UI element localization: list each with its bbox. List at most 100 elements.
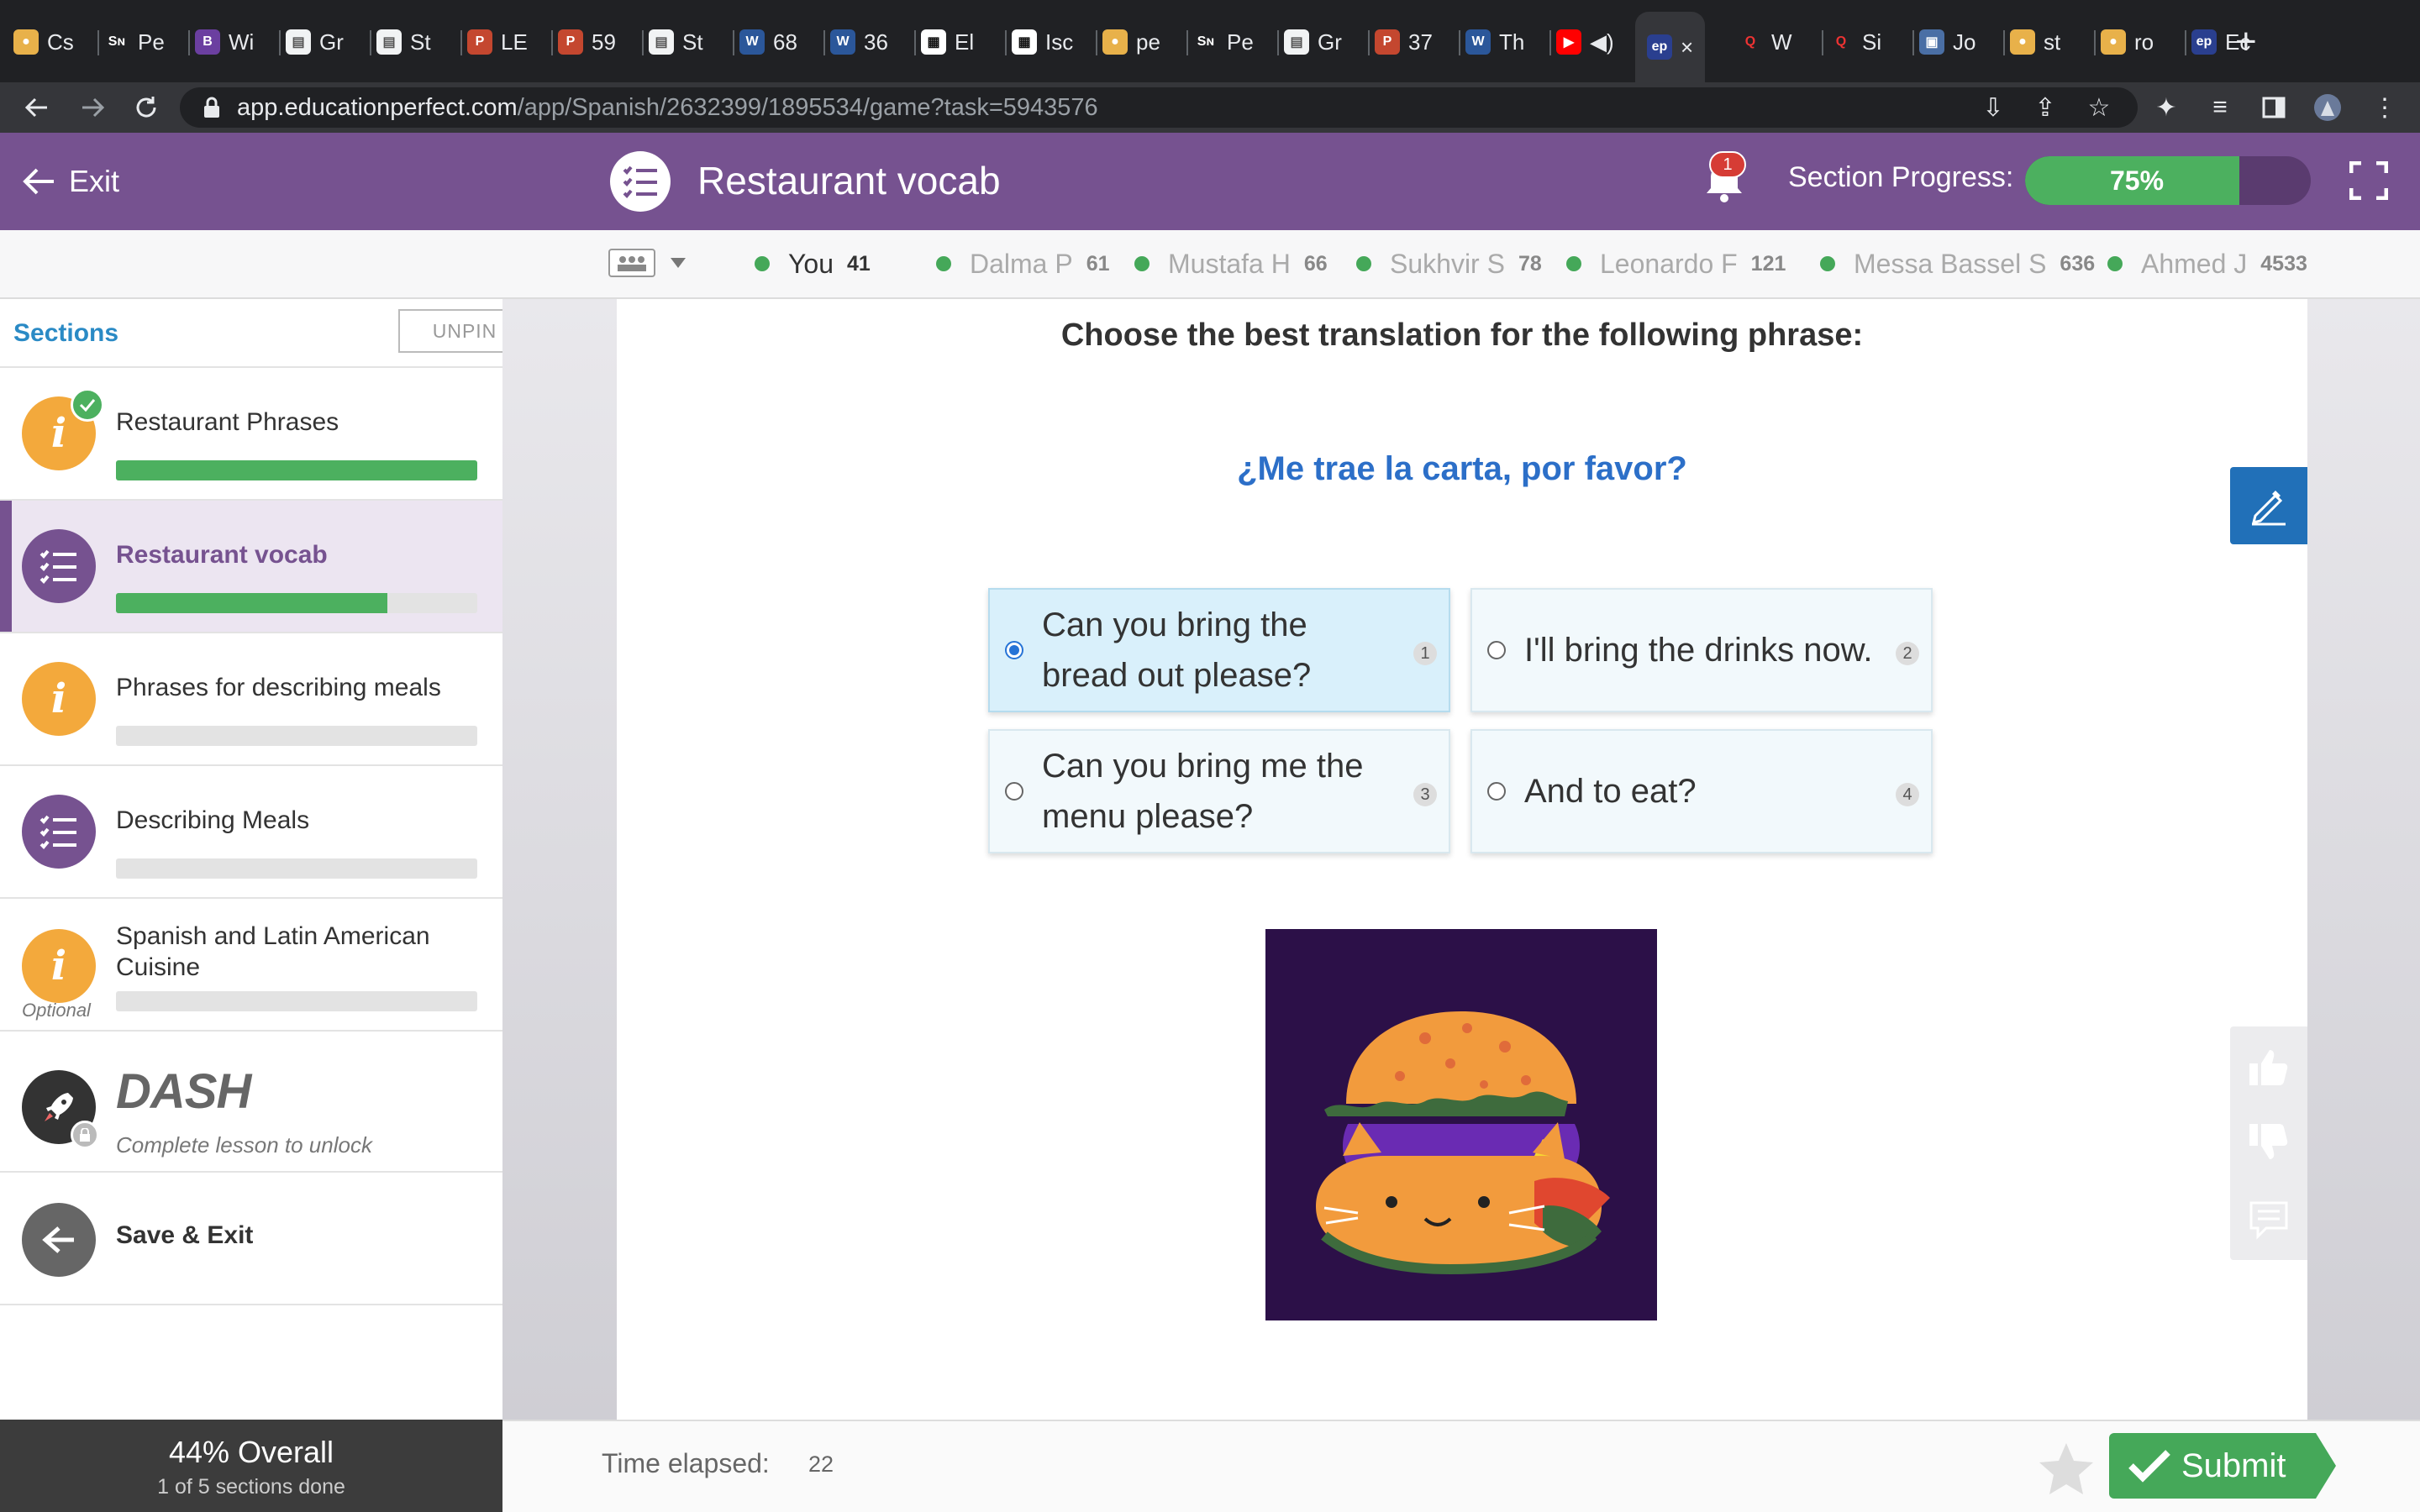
section-progress-fill bbox=[116, 593, 387, 613]
browser-tab[interactable]: Sɴ Pe bbox=[1193, 20, 1254, 64]
tab-title: Cs bbox=[47, 29, 74, 55]
answer-option-2[interactable]: I'll bring the drinks now. 2 bbox=[1470, 588, 1933, 712]
tab-separator bbox=[1368, 30, 1370, 55]
tab-favicon-icon: ▤ bbox=[1284, 29, 1309, 55]
sidebar-item-dash: DASH Complete lesson to unlock bbox=[0, 1040, 502, 1173]
radio-button[interactable] bbox=[1487, 641, 1506, 659]
answer-shortcut-number: 3 bbox=[1413, 783, 1437, 806]
answer-option-4[interactable]: And to eat? 4 bbox=[1470, 729, 1933, 853]
browser-tab[interactable]: ▤ Gr bbox=[1284, 20, 1342, 64]
share-icon[interactable]: ⇪ bbox=[2028, 91, 2062, 124]
back-arrow-icon bbox=[22, 1203, 96, 1277]
section-progress-bar: 75% bbox=[2025, 156, 2311, 205]
browser-tab[interactable]: P LE bbox=[467, 20, 528, 64]
address-bar[interactable]: app.educationperfect.com/app/Spanish/263… bbox=[180, 87, 2138, 128]
submit-button[interactable]: Submit bbox=[2109, 1433, 2336, 1499]
thumbs-down-icon[interactable] bbox=[2247, 1121, 2291, 1164]
browser-tab[interactable]: ep × bbox=[1635, 12, 1706, 82]
radio-button[interactable] bbox=[1005, 641, 1023, 659]
browser-tab[interactable]: W Th bbox=[1465, 20, 1524, 64]
profile-avatar-icon[interactable] bbox=[2311, 91, 2344, 124]
browser-tab[interactable]: Q Si bbox=[1828, 20, 1881, 64]
install-icon[interactable]: ⇩ bbox=[1976, 91, 2010, 124]
browser-tab[interactable]: ▶ ◀) bbox=[1556, 20, 1614, 64]
tab-favicon-icon: ▤ bbox=[376, 29, 402, 55]
exit-button[interactable]: Exit bbox=[22, 160, 119, 203]
tab-title: Si bbox=[1862, 29, 1882, 55]
sidebar-section-item[interactable]: i Phrases for describing meals bbox=[0, 633, 502, 766]
side-panel-icon[interactable] bbox=[2257, 91, 2291, 124]
browser-tab[interactable]: ▤ St bbox=[649, 20, 703, 64]
answer-text: I'll bring the drinks now. bbox=[1524, 632, 1873, 669]
leaderboard-score: 636 bbox=[2060, 251, 2096, 276]
tab-title: 36 bbox=[864, 29, 888, 55]
tab-separator bbox=[1096, 30, 1097, 55]
sidebar-section-item[interactable]: i Spanish and Latin American Cuisine Optio… bbox=[0, 899, 502, 1032]
browser-tab[interactable]: ▤ St bbox=[376, 20, 431, 64]
completed-check-icon bbox=[71, 388, 104, 422]
thumbs-up-icon[interactable] bbox=[2247, 1045, 2291, 1089]
reload-icon[interactable] bbox=[124, 86, 168, 129]
comment-icon[interactable] bbox=[2247, 1198, 2291, 1242]
tab-favicon-icon: W bbox=[830, 29, 855, 55]
leaderboard-toggle[interactable] bbox=[608, 249, 686, 277]
answer-option-1[interactable]: Can you bring the bread out please? 1 bbox=[988, 588, 1450, 712]
dash-logo: DASH bbox=[116, 1064, 251, 1119]
browser-tab[interactable]: ● pe bbox=[1102, 20, 1160, 64]
section-progress-fill bbox=[116, 460, 477, 480]
section-label: Phrases for describing meals bbox=[116, 674, 441, 701]
tab-separator bbox=[551, 30, 553, 55]
browser-tab[interactable]: P 37 bbox=[1375, 20, 1433, 64]
section-label: Restaurant vocab bbox=[116, 541, 328, 569]
browser-tab[interactable]: ● ro bbox=[2101, 20, 2154, 64]
sidebar-section-item[interactable]: i Restaurant Phrases bbox=[0, 368, 502, 501]
browser-menu-icon[interactable]: ⋮ bbox=[2368, 91, 2402, 124]
browser-tab[interactable]: W 68 bbox=[739, 20, 797, 64]
time-elapsed-label: Time elapsed: bbox=[602, 1448, 770, 1478]
sidebar-section-item[interactable]: Restaurant vocab bbox=[0, 501, 502, 633]
radio-button[interactable] bbox=[1487, 782, 1506, 801]
browser-tab[interactable]: ● st bbox=[2010, 20, 2060, 64]
leaderboard-entry: Messa Bassel S 636 bbox=[1820, 230, 2095, 297]
radio-button[interactable] bbox=[1005, 782, 1023, 801]
browser-tab[interactable]: B Wi bbox=[195, 20, 254, 64]
save-exit-button[interactable]: Save & Exit bbox=[0, 1173, 502, 1305]
answer-option-3[interactable]: Can you bring me the menu please? 3 bbox=[988, 729, 1450, 853]
tab-title: st bbox=[2044, 29, 2061, 55]
tab-favicon-icon: ▣ bbox=[1919, 29, 1944, 55]
browser-tab[interactable]: P 59 bbox=[558, 20, 616, 64]
notes-pen-button[interactable] bbox=[2230, 467, 2307, 544]
tab-favicon-icon: Sɴ bbox=[1197, 34, 1215, 49]
question-instruction: Choose the best translation for the foll… bbox=[1060, 318, 1864, 353]
browser-tab[interactable]: ▤ Gr bbox=[286, 20, 344, 64]
browser-tab[interactable]: Sɴ Pe bbox=[104, 20, 165, 64]
tab-favicon-icon: Sɴ bbox=[108, 34, 126, 49]
browser-tab[interactable]: ▦ El bbox=[921, 20, 974, 64]
star-icon[interactable] bbox=[2037, 1440, 2096, 1499]
leaderboard-score: 61 bbox=[1086, 251, 1110, 276]
section-progress-bar bbox=[116, 460, 477, 480]
tab-favicon-icon: ● bbox=[2010, 29, 2035, 55]
tab-separator bbox=[1459, 30, 1460, 55]
forward-arrow-icon[interactable] bbox=[71, 86, 114, 129]
browser-toolbar: app.educationperfect.com/app/Spanish/263… bbox=[0, 82, 2420, 133]
browser-tab[interactable]: ● Cs bbox=[13, 20, 74, 64]
sidebar-section-item[interactable]: Describing Meals bbox=[0, 766, 502, 899]
extensions-puzzle-icon[interactable]: ✦ bbox=[2149, 91, 2183, 124]
fullscreen-icon[interactable] bbox=[2349, 161, 2388, 200]
media-queue-icon[interactable]: ≡ bbox=[2203, 91, 2237, 124]
browser-tab[interactable]: QW bbox=[1738, 20, 1792, 64]
bookmark-star-icon[interactable]: ☆ bbox=[2082, 91, 2116, 124]
browser-tab[interactable]: W 36 bbox=[830, 20, 888, 64]
url-host: app.educationperfect.com bbox=[237, 93, 518, 121]
new-tab-button[interactable]: + bbox=[2235, 20, 2257, 64]
tab-favicon-icon: ▤ bbox=[286, 29, 311, 55]
online-status-dot bbox=[755, 256, 770, 271]
browser-tab[interactable]: ▣ Jo bbox=[1919, 20, 1975, 64]
leaderboard-name: Leonardo F bbox=[1600, 248, 1738, 279]
browser-tab[interactable]: ▦ Isc bbox=[1012, 20, 1073, 64]
time-elapsed-value: 22 bbox=[808, 1452, 834, 1477]
back-arrow-icon bbox=[23, 168, 54, 195]
tab-title: Gr bbox=[1318, 29, 1342, 55]
back-arrow-icon[interactable] bbox=[15, 86, 59, 129]
